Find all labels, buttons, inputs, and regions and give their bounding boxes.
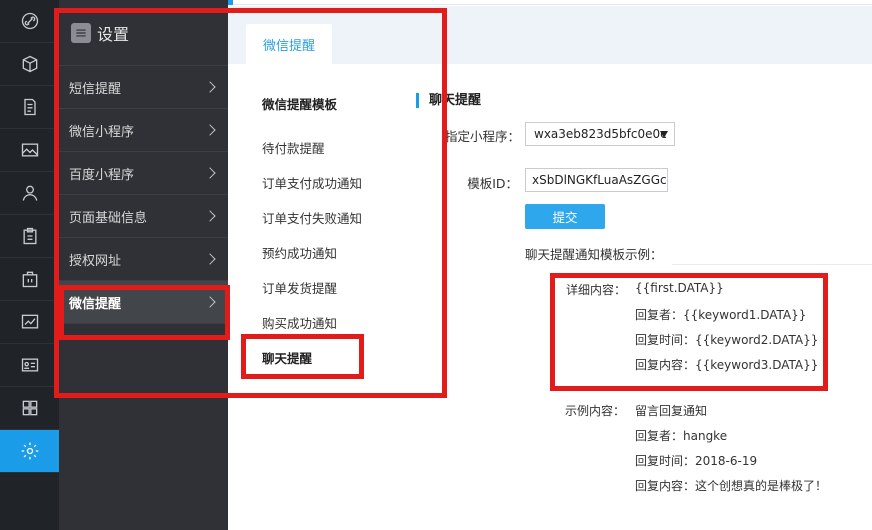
mini-program-value: wxa3eb823d5bfc0e0c [534,127,667,141]
caret-down-icon [660,131,668,138]
rail-link[interactable] [0,0,59,43]
grid-icon [22,400,37,416]
rail-clipboard[interactable] [0,215,59,258]
annotation-box-template-detail [550,273,828,391]
sample-label: 示例内容： [565,404,626,418]
rail-cube[interactable] [0,43,59,86]
submit-button[interactable]: 提交 [525,204,605,229]
rail-image[interactable] [0,129,59,172]
gear-icon [21,442,38,460]
clipboard-icon [23,227,36,245]
chart-icon [21,314,38,329]
rail-id-card[interactable] [0,344,59,387]
rail-user[interactable] [0,172,59,215]
template-id-input[interactable]: xSbDlNGKfLuaAsZGGc [525,168,668,192]
sample-line: 回复者：hangke [635,429,728,443]
top-bar [138,0,872,5]
bag-icon [22,271,37,288]
document-icon [23,98,36,116]
annotation-box-chat-item [241,334,364,379]
mini-program-select[interactable]: wxa3eb823d5bfc0e0c [525,122,675,146]
rail-document[interactable] [0,86,59,129]
image-icon [21,143,38,157]
template-id-value: xSbDlNGKfLuaAsZGGc [532,173,667,187]
rail-grid[interactable] [0,387,59,430]
example-heading: 聊天提醒通知模板示例： [525,247,663,262]
rail-bag[interactable] [0,258,59,301]
rail-chart[interactable] [0,301,59,344]
cube-icon [22,55,37,73]
icon-rail [0,0,59,530]
rail-settings[interactable] [0,430,59,473]
sample-line: 回复内容：这个创想真的是棒极了！ [635,479,828,493]
user-icon [22,185,37,201]
link-icon [21,12,38,30]
sample-line: 回复时间：2018-6-19 [635,454,758,468]
annotation-box-wechat-menu [59,285,230,340]
divider [672,264,872,265]
id-card-icon [21,358,38,372]
sample-line: 留言回复通知 [635,404,708,418]
